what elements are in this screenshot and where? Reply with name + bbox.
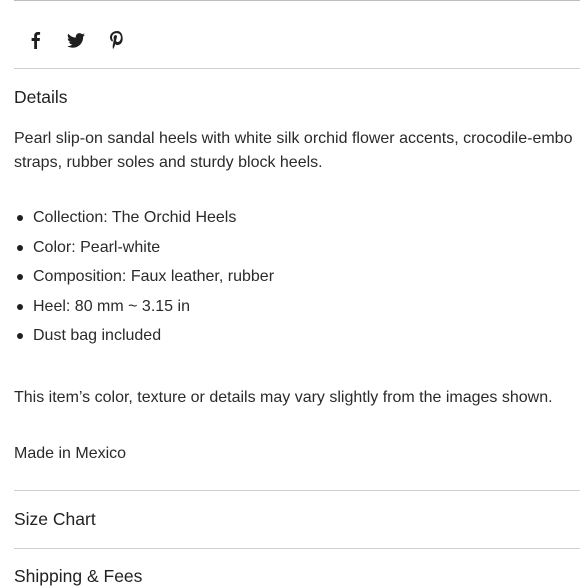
origin-note: Made in Mexico bbox=[14, 445, 127, 462]
section-divider bbox=[14, 490, 580, 491]
list-item: Dust bag included bbox=[14, 324, 274, 354]
description-line: Pearl slip-on sandal heels with white si… bbox=[14, 130, 573, 147]
top-divider bbox=[14, 0, 580, 1]
product-description: Pearl slip-on sandal heels with white si… bbox=[14, 127, 580, 175]
pinterest-icon[interactable] bbox=[106, 29, 128, 51]
list-item: Composition: Faux leather, rubber bbox=[14, 265, 274, 295]
color-disclaimer: This item’s color, texture or details ma… bbox=[14, 389, 553, 406]
section-divider bbox=[14, 548, 580, 549]
list-item: Color: Pearl-white bbox=[14, 236, 274, 266]
product-attributes-list: Collection: The Orchid Heels Color: Pear… bbox=[14, 206, 274, 354]
shipping-fees-heading[interactable]: Shipping & Fees bbox=[14, 566, 142, 587]
description-line: straps, rubber soles and sturdy block he… bbox=[14, 154, 323, 171]
size-chart-heading[interactable]: Size Chart bbox=[14, 509, 96, 530]
facebook-icon[interactable] bbox=[24, 29, 46, 51]
details-heading[interactable]: Details bbox=[14, 87, 68, 108]
list-item: Collection: The Orchid Heels bbox=[14, 206, 274, 236]
list-item: Heel: 80 mm ~ 3.15 in bbox=[14, 295, 274, 325]
share-bar bbox=[24, 28, 147, 52]
twitter-icon[interactable] bbox=[65, 29, 87, 51]
section-divider bbox=[14, 68, 580, 69]
